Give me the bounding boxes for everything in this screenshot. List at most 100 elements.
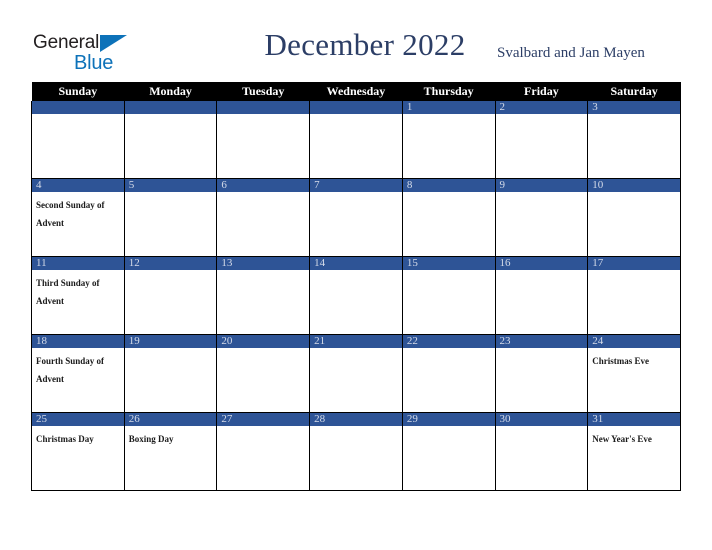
- day-body: [310, 270, 402, 273]
- day-event-label: Christmas Eve: [592, 356, 649, 366]
- day-number: 30: [495, 413, 588, 426]
- calendar-day-cell[interactable]: 27: [216, 412, 311, 491]
- calendar-day-cell[interactable]: 6: [216, 178, 311, 257]
- day-number: 25: [32, 413, 124, 426]
- day-body: Christmas Eve: [588, 348, 680, 369]
- page-title: December 2022: [264, 27, 466, 62]
- logo-text-blue: Blue: [74, 52, 114, 74]
- day-number: 14: [310, 257, 402, 270]
- calendar-day-cell[interactable]: 30: [494, 412, 589, 491]
- day-number: 17: [588, 257, 680, 270]
- day-body: [310, 192, 402, 195]
- calendar-week-row: 4 Second Sunday of Advent 5 6 7 8 9 10: [31, 178, 681, 257]
- calendar-day-cell[interactable]: 21: [309, 334, 403, 413]
- day-number: 26: [124, 413, 217, 426]
- calendar-day-cell[interactable]: 2: [494, 101, 589, 179]
- calendar-day-cell[interactable]: 12: [123, 256, 218, 335]
- day-number: 18: [32, 335, 124, 348]
- calendar-day-cell[interactable]: 31 New Year's Eve: [587, 412, 681, 491]
- day-body: [496, 348, 588, 351]
- calendar-day-cell[interactable]: 18 Fourth Sunday of Advent: [31, 334, 125, 413]
- calendar-day-cell[interactable]: 16: [494, 256, 589, 335]
- day-body: [588, 114, 680, 117]
- day-number: 21: [310, 335, 402, 348]
- day-number: 24: [588, 335, 680, 348]
- calendar-day-cell[interactable]: 28: [309, 412, 403, 491]
- calendar-day-cell[interactable]: [31, 101, 125, 179]
- day-body: [403, 270, 495, 273]
- weekday-header-wednesday: Wednesday: [309, 82, 403, 101]
- calendar-day-cell[interactable]: 23: [494, 334, 589, 413]
- day-body: [496, 114, 588, 117]
- logo-triangle-icon: [100, 35, 127, 52]
- calendar-day-cell[interactable]: 7: [309, 178, 403, 257]
- weekday-header-tuesday: Tuesday: [216, 82, 310, 101]
- general-blue-logo[interactable]: General Blue: [33, 33, 153, 75]
- weekday-header-monday: Monday: [124, 82, 217, 101]
- day-body: New Year's Eve: [588, 426, 680, 447]
- calendar-day-cell[interactable]: [123, 101, 218, 179]
- day-body: Christmas Day: [32, 426, 124, 447]
- day-number: [32, 101, 124, 114]
- day-body: Fourth Sunday of Advent: [32, 348, 124, 387]
- day-body: [217, 348, 309, 351]
- calendar-grid: Sunday Monday Tuesday Wednesday Thursday…: [31, 82, 681, 491]
- calendar-week-row: 1 2 3: [31, 101, 681, 179]
- calendar-day-cell[interactable]: [309, 101, 403, 179]
- day-number: [124, 101, 217, 114]
- calendar-day-cell[interactable]: 26 Boxing Day: [123, 412, 218, 491]
- calendar-day-cell[interactable]: 22: [401, 334, 496, 413]
- day-number: 29: [402, 413, 495, 426]
- calendar-day-cell[interactable]: 3: [587, 101, 681, 179]
- calendar-day-cell[interactable]: 17: [587, 256, 681, 335]
- calendar-day-cell[interactable]: 4 Second Sunday of Advent: [31, 178, 125, 257]
- day-body: [403, 192, 495, 195]
- calendar-day-cell[interactable]: 1: [401, 101, 496, 179]
- day-number: 6: [217, 179, 310, 192]
- day-number: 10: [588, 179, 680, 192]
- day-body: [217, 114, 309, 117]
- location-label: Svalbard and Jan Mayen: [497, 45, 645, 61]
- day-body: [588, 270, 680, 273]
- day-number: 4: [32, 179, 124, 192]
- calendar-day-cell[interactable]: 20: [216, 334, 311, 413]
- calendar-day-cell[interactable]: 8: [401, 178, 496, 257]
- day-body: [403, 114, 495, 117]
- calendar-day-cell[interactable]: 10: [587, 178, 681, 257]
- day-number: 23: [495, 335, 588, 348]
- calendar-day-cell[interactable]: [216, 101, 311, 179]
- day-number: 9: [495, 179, 588, 192]
- day-event-label: Boxing Day: [128, 434, 174, 444]
- day-body: [125, 270, 217, 273]
- day-number: 31: [588, 413, 680, 426]
- day-body: [125, 114, 217, 117]
- calendar-day-cell[interactable]: 24 Christmas Eve: [587, 334, 681, 413]
- logo-text-general: General: [33, 32, 100, 53]
- calendar-body: 1 2 3 4 Second Sunday of Advent 5 6 7 8 …: [31, 101, 681, 491]
- day-number: [217, 101, 310, 114]
- calendar-day-cell[interactable]: 19: [123, 334, 218, 413]
- calendar-day-cell[interactable]: 11 Third Sunday of Advent: [31, 256, 125, 335]
- day-body: [217, 192, 309, 195]
- calendar-day-cell[interactable]: 25 Christmas Day: [31, 412, 125, 491]
- calendar-day-cell[interactable]: 29: [401, 412, 496, 491]
- day-body: [496, 426, 588, 429]
- page-header: General Blue December 2022 Svalbard and …: [0, 0, 712, 82]
- calendar-day-cell[interactable]: 9: [494, 178, 589, 257]
- day-body: [310, 114, 402, 117]
- day-body: [217, 270, 309, 273]
- calendar-weekday-header-row: Sunday Monday Tuesday Wednesday Thursday…: [31, 82, 681, 101]
- calendar-week-row: 25 Christmas Day 26 Boxing Day 27 28 29 …: [31, 412, 681, 491]
- day-number: 22: [402, 335, 495, 348]
- weekday-header-sunday: Sunday: [31, 82, 125, 101]
- day-body: [125, 348, 217, 351]
- day-number: 1: [402, 101, 495, 114]
- day-body: [32, 114, 124, 117]
- calendar-day-cell[interactable]: 14: [309, 256, 403, 335]
- calendar-day-cell[interactable]: 15: [401, 256, 496, 335]
- day-number: 19: [124, 335, 217, 348]
- day-number: 27: [217, 413, 310, 426]
- calendar-day-cell[interactable]: 13: [216, 256, 311, 335]
- calendar-day-cell[interactable]: 5: [123, 178, 218, 257]
- day-body: [588, 192, 680, 195]
